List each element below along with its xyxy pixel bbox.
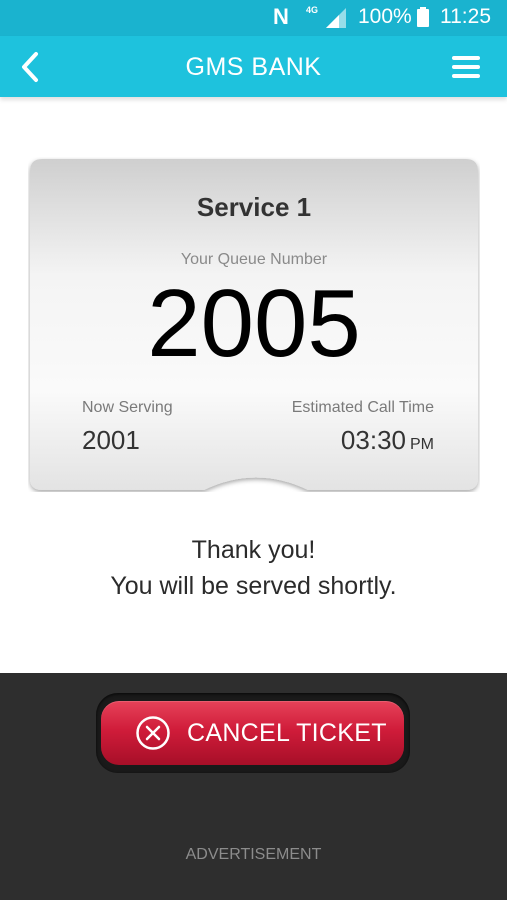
clock: 11:25 xyxy=(440,5,491,28)
queue-number: 2005 xyxy=(147,270,361,377)
carrier-icon: N xyxy=(273,4,289,29)
app-header: GMS BANK xyxy=(0,36,507,97)
page-title: GMS BANK xyxy=(185,53,322,81)
hamburger-menu-icon xyxy=(452,56,480,60)
hamburger-menu-icon xyxy=(452,65,480,69)
estimated-call-time-label: Estimated Call Time xyxy=(291,399,434,416)
now-serving-label: Now Serving xyxy=(82,399,173,416)
cancel-ticket-button[interactable]: CANCEL TICKET xyxy=(101,701,404,765)
bottom-panel: CANCEL TICKET ADVERTISEMENT xyxy=(0,673,507,900)
now-serving-value: 2001 xyxy=(82,425,140,455)
service-name: Service 1 xyxy=(196,192,312,222)
queue-ticket: Service 1 Your Queue Number 2005 Now Ser… xyxy=(28,157,480,492)
menu-button[interactable] xyxy=(450,53,484,81)
cancel-ticket-label: CANCEL TICKET xyxy=(187,719,387,747)
message-line-1: Thank you! xyxy=(191,536,316,564)
signal-icon xyxy=(326,8,346,28)
time-period: PM xyxy=(410,436,434,453)
estimated-call-time-value: 03:30 PM xyxy=(341,425,434,456)
network-type: 4G xyxy=(306,5,319,15)
confirmation-message: Thank you! You will be served shortly. xyxy=(0,532,507,604)
message-line-2: You will be served shortly. xyxy=(110,572,397,600)
estimated-call-time: 03:30 xyxy=(340,425,406,455)
advertisement-label: ADVERTISEMENT xyxy=(185,846,322,863)
app-screen: N 4G 100% 11:25 GMS BANK Service 1 Your … xyxy=(0,0,507,900)
hamburger-menu-icon xyxy=(452,74,480,78)
close-circle-icon xyxy=(136,716,170,750)
cancel-button-frame: CANCEL TICKET xyxy=(96,693,410,773)
queue-number-label: Your Queue Number xyxy=(180,251,328,268)
status-bar: N 4G 100% 11:25 xyxy=(0,0,507,36)
battery-icon xyxy=(417,7,429,27)
battery-level: 100% xyxy=(358,5,412,28)
